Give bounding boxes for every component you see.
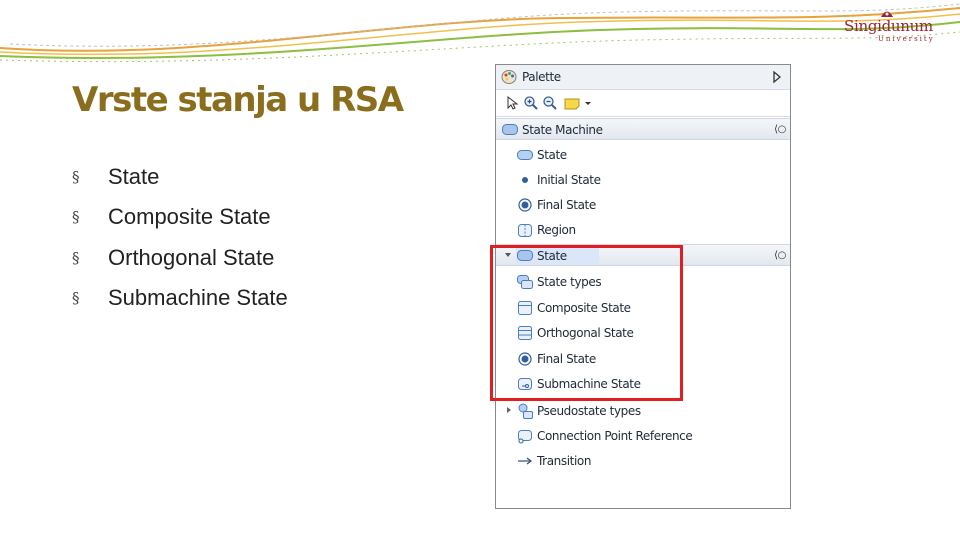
drawer-state-machine[interactable]: State Machine ⟨○: [496, 118, 790, 140]
region-icon: [518, 224, 532, 237]
note-icon[interactable]: [564, 95, 580, 111]
red-highlight-frame: [490, 245, 683, 401]
palette-toolbar: [496, 91, 790, 117]
zoom-out-icon[interactable]: [542, 95, 558, 111]
palette-header[interactable]: Palette: [496, 65, 790, 90]
state-icon: [517, 150, 533, 160]
drawer-label: State Machine: [522, 123, 603, 137]
pin-icon[interactable]: ⟨○: [774, 250, 786, 261]
palette-item-state[interactable]: State: [496, 143, 790, 168]
palette-item-transition[interactable]: Transition: [496, 449, 790, 474]
bullet-marker: §: [72, 168, 80, 187]
transition-arrow-icon: [518, 457, 532, 465]
bullet-list: § State § Composite State § Orthogonal S…: [72, 157, 288, 318]
bullet-marker: §: [72, 289, 80, 308]
palette-item-label: Initial State: [537, 173, 601, 187]
slide-title: Vrste stanja u RSA: [72, 80, 404, 120]
bullet-item: § Submachine State: [72, 278, 288, 318]
pseudostate-types-icon: [518, 403, 533, 419]
palette-item-final-state[interactable]: Final State: [496, 193, 790, 218]
dropdown-arrow-icon[interactable]: [584, 95, 592, 111]
logo-name: Singidunum: [844, 17, 933, 35]
bullet-text: Composite State: [108, 204, 271, 230]
palette-item-label: Transition: [537, 454, 592, 468]
initial-state-icon: [522, 177, 528, 183]
palette-icon: [501, 70, 517, 84]
zoom-in-icon[interactable]: [523, 95, 539, 111]
palette-item-region[interactable]: Region: [496, 218, 790, 243]
bullet-item: § Orthogonal State: [72, 238, 288, 278]
collapse-palette-icon[interactable]: [772, 70, 782, 84]
palette-item-pseudostate-types[interactable]: Pseudostate types: [496, 399, 790, 424]
bullet-item: § Composite State: [72, 197, 288, 237]
palette-item-label: State: [537, 148, 567, 162]
expand-arrow-icon[interactable]: [507, 407, 511, 413]
bullet-text: Orthogonal State: [108, 244, 275, 270]
palette-item-label: Pseudostate types: [537, 404, 641, 418]
palette-item-label: Final State: [537, 198, 596, 212]
university-logo: Singidunum University: [842, 8, 935, 43]
palette-item-label: Region: [537, 223, 576, 237]
select-arrow-icon[interactable]: [504, 95, 520, 111]
palette-item-initial-state[interactable]: Initial State: [496, 168, 790, 193]
header-decoration: [0, 3, 960, 63]
bullet-text: State: [108, 164, 160, 190]
palette-title: Palette: [522, 70, 561, 84]
bullet-marker: §: [72, 208, 80, 227]
connection-point-icon: [518, 430, 532, 444]
bullet-text: Submachine State: [108, 285, 288, 311]
final-state-icon: [518, 198, 532, 212]
bullet-item: § State: [72, 157, 288, 197]
state-icon: [502, 124, 518, 135]
bullet-marker: §: [72, 248, 80, 267]
palette-item-label: Connection Point Reference: [537, 429, 693, 443]
pin-icon[interactable]: ⟨○: [774, 124, 786, 135]
logo-subtitle: University: [878, 35, 935, 43]
palette-item-connection-point[interactable]: Connection Point Reference: [496, 424, 790, 449]
